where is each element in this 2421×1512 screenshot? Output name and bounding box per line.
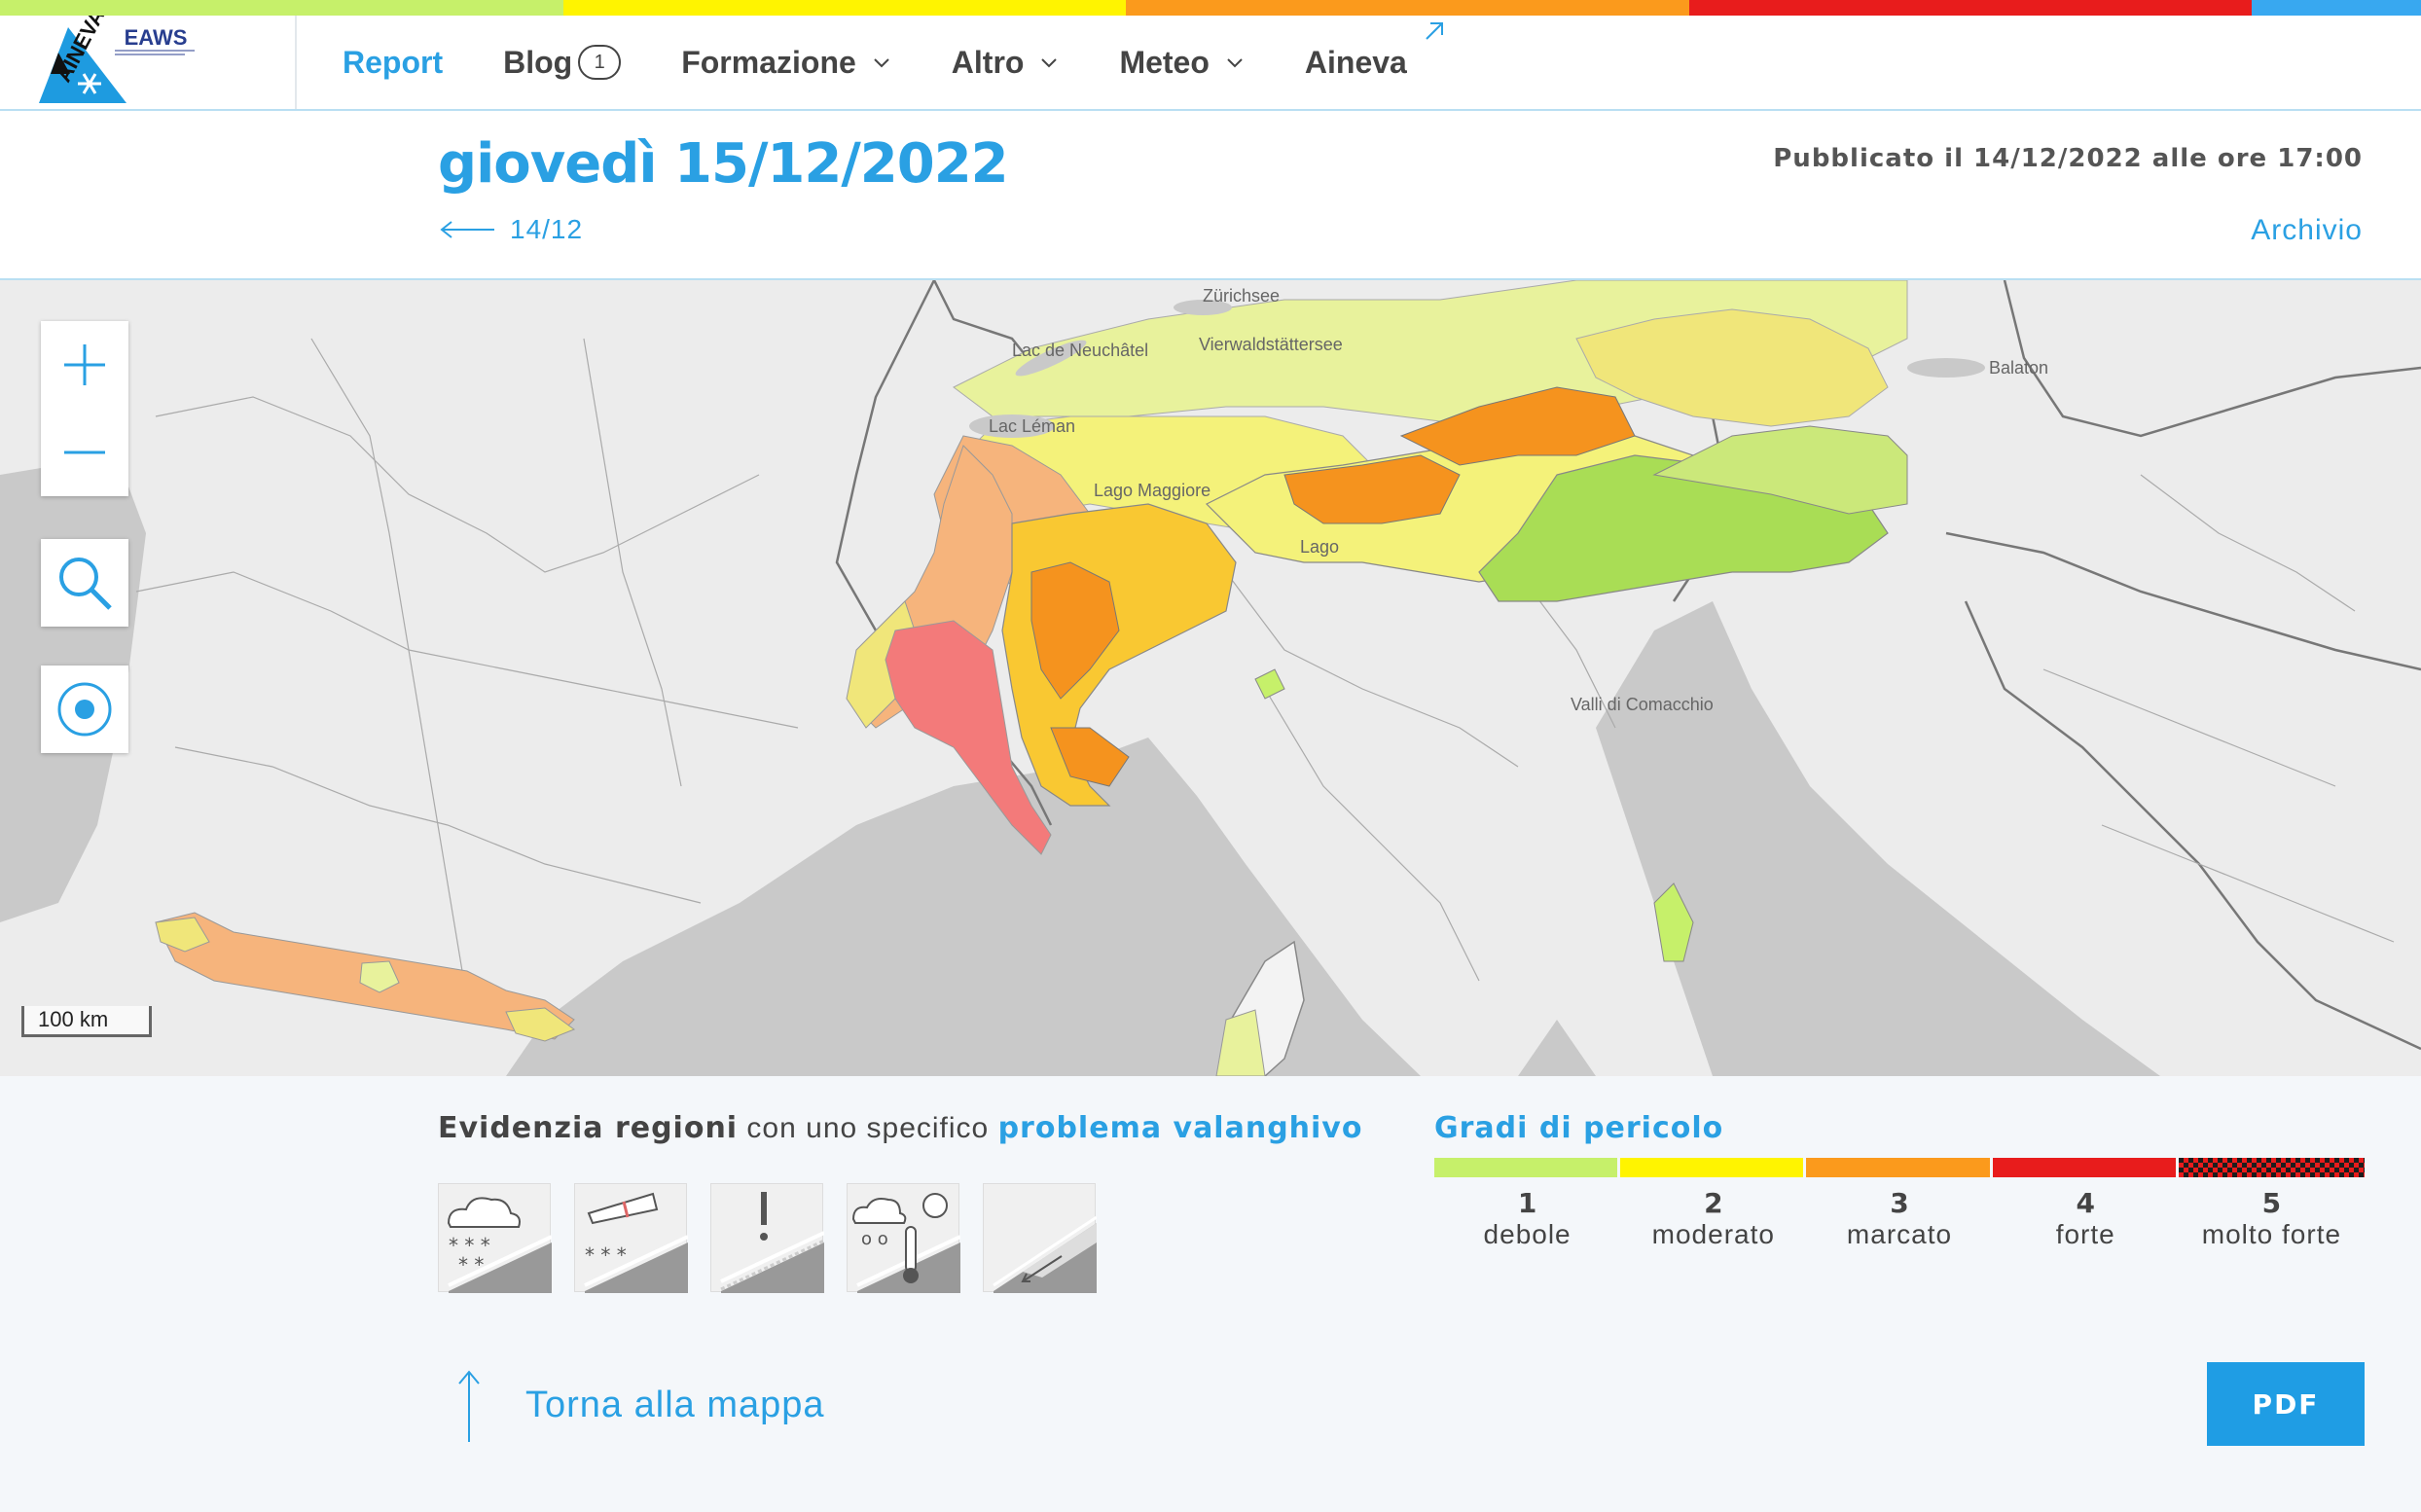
avalanche-map[interactable]: Zürichsee Lac de Neuchâtel Vierwaldstätt…	[0, 278, 2421, 1078]
chevron-down-icon	[1227, 58, 1243, 68]
previous-day-label: 14/12	[510, 214, 584, 244]
nav-altro-label: Altro	[951, 44, 1025, 80]
locate-control	[41, 666, 128, 753]
zoom-in-icon	[64, 344, 105, 385]
back-to-map-label: Torna alla mappa	[525, 1384, 825, 1425]
map-scale: 100 km	[21, 1006, 152, 1037]
gliding-snow-icon	[993, 1215, 1098, 1293]
lake-balaton	[1907, 358, 1985, 378]
nav-report-label: Report	[343, 44, 444, 80]
nav-formazione[interactable]: Formazione	[681, 45, 891, 81]
nav-aineva[interactable]: Aineva	[1305, 45, 1407, 81]
nav-meteo-label: Meteo	[1119, 44, 1210, 80]
danger-level-2-swatch	[1620, 1158, 1804, 1177]
nav-aineva-label: Aineva	[1304, 44, 1407, 80]
highlight-middle: con uno specifico	[738, 1112, 998, 1144]
map-label-comacchio: Valli di Comacchio	[1571, 695, 1714, 714]
arrow-left-icon	[440, 221, 494, 238]
wind-slab-icon: * * *	[584, 1192, 689, 1293]
persistent-weak-layer-icon	[720, 1192, 825, 1293]
zoom-out-button[interactable]	[41, 409, 128, 496]
danger-level-1: 1 debole	[1434, 1158, 1620, 1250]
eaws-logo-text: EAWS	[125, 25, 188, 50]
problem-wind-slab[interactable]: * * *	[574, 1183, 689, 1293]
map-label-zurichsee: Zürichsee	[1203, 286, 1280, 306]
danger-level-2-label: moderato	[1651, 1219, 1775, 1249]
danger-level-3-label: marcato	[1846, 1219, 1953, 1249]
external-link-icon	[1426, 22, 1443, 40]
nav-formazione-label: Formazione	[681, 44, 856, 80]
site-header: AINEVA EAWS Report Blog 1 Formazione Altr…	[0, 5, 2421, 111]
report-legend-section: Evidenzia regioni con uno specifico prob…	[0, 1076, 2421, 1512]
svg-text:* * *: * * *	[585, 1243, 627, 1267]
svg-text:* *: * *	[458, 1253, 484, 1277]
main-nav: Report Blog 1 Formazione Altro Meteo Aine…	[343, 16, 1467, 109]
danger-level-4: 4 forte	[1992, 1158, 2179, 1250]
danger-level-scale: 1 debole 2 moderato 3 marcato 4 forte 5 …	[1434, 1158, 2366, 1250]
nav-altro[interactable]: Altro	[952, 45, 1060, 81]
nav-meteo[interactable]: Meteo	[1119, 45, 1244, 81]
map-label-lago: Lago	[1300, 537, 1339, 557]
wet-snow-icon: o o	[851, 1193, 961, 1293]
map-label-balaton: Balaton	[1989, 358, 2048, 378]
nav-blog[interactable]: Blog 1	[503, 44, 622, 81]
published-timestamp: Pubblicato il 14/12/2022 alle ore 17:00	[1773, 144, 2363, 173]
problem-gliding-snow[interactable]	[983, 1183, 1098, 1293]
zoom-controls	[41, 321, 128, 496]
problem-wet-snow[interactable]: o o	[847, 1183, 961, 1293]
danger-level-5-label: molto forte	[2201, 1219, 2342, 1249]
danger-level-2-number: 2	[1704, 1187, 1723, 1219]
danger-level-3-number: 3	[1890, 1187, 1909, 1219]
logo-area[interactable]: AINEVA EAWS	[0, 5, 297, 109]
problem-persistent-weak-layer[interactable]	[710, 1183, 825, 1293]
back-to-map-link[interactable]: Torna alla mappa	[457, 1368, 825, 1442]
previous-day-link[interactable]: 14/12	[438, 214, 583, 245]
zoom-out-icon	[64, 450, 105, 454]
problem-new-snow[interactable]: * * * * *	[438, 1183, 553, 1293]
arrow-up-icon	[458, 1370, 480, 1442]
danger-levels-title: Gradi di pericolo	[1434, 1111, 1724, 1145]
danger-level-5-number: 5	[2261, 1187, 2282, 1219]
danger-level-2: 2 moderato	[1620, 1158, 1806, 1250]
locate-icon	[57, 682, 112, 737]
zoom-in-button[interactable]	[41, 321, 128, 409]
chevron-down-icon	[874, 58, 889, 68]
report-title-bar: giovedì 15/12/2022 Pubblicato il 14/12/2…	[0, 111, 2421, 278]
danger-level-1-label: debole	[1483, 1219, 1572, 1249]
avalanche-problem-list: * * * * * * * * o o	[438, 1183, 1119, 1293]
map-search-button[interactable]	[41, 539, 128, 627]
page-title: giovedì 15/12/2022	[438, 132, 1009, 196]
map-label-neuchatel: Lac de Neuchâtel	[1012, 341, 1148, 360]
nav-blog-label: Blog	[503, 44, 573, 80]
locate-button[interactable]	[41, 666, 128, 753]
danger-color-stripe	[0, 0, 2421, 16]
aineva-eaws-logo: AINEVA EAWS	[39, 5, 195, 103]
danger-level-1-number: 1	[1517, 1187, 1537, 1219]
map-label-lago-maggiore: Lago Maggiore	[1094, 481, 1210, 500]
map-canvas[interactable]: Zürichsee Lac de Neuchâtel Vierwaldstätt…	[0, 280, 2421, 1076]
map-label-vierwaldstattersee: Vierwaldstättersee	[1199, 335, 1343, 354]
archive-link[interactable]: Archivio	[2251, 214, 2363, 247]
danger-level-5: 5 molto forte	[2178, 1158, 2366, 1250]
problem-filter-heading: Evidenzia regioni con uno specifico prob…	[438, 1111, 1362, 1145]
danger-level-1-swatch	[1434, 1158, 1618, 1177]
search-icon	[59, 558, 112, 610]
danger-level-4-number: 4	[2076, 1187, 2095, 1219]
danger-level-3: 3 marcato	[1806, 1158, 1992, 1250]
danger-level-5-swatch	[2178, 1158, 2366, 1177]
highlight-link[interactable]: problema valanghivo	[998, 1111, 1363, 1145]
danger-level-4-label: forte	[2055, 1219, 2115, 1249]
new-snow-icon: * * * * *	[447, 1197, 553, 1293]
search-control	[41, 539, 128, 627]
pdf-download-button[interactable]: PDF	[2207, 1362, 2365, 1446]
danger-level-4-swatch	[1992, 1158, 2176, 1177]
chevron-down-icon	[1041, 58, 1058, 68]
danger-level-3-swatch	[1806, 1158, 1990, 1177]
highlight-prefix: Evidenzia regioni	[438, 1111, 739, 1145]
map-label-leman: Lac Léman	[989, 416, 1075, 436]
blog-count-badge: 1	[578, 45, 622, 80]
svg-text:o o: o o	[861, 1229, 888, 1249]
nav-report[interactable]: Report	[343, 45, 443, 81]
